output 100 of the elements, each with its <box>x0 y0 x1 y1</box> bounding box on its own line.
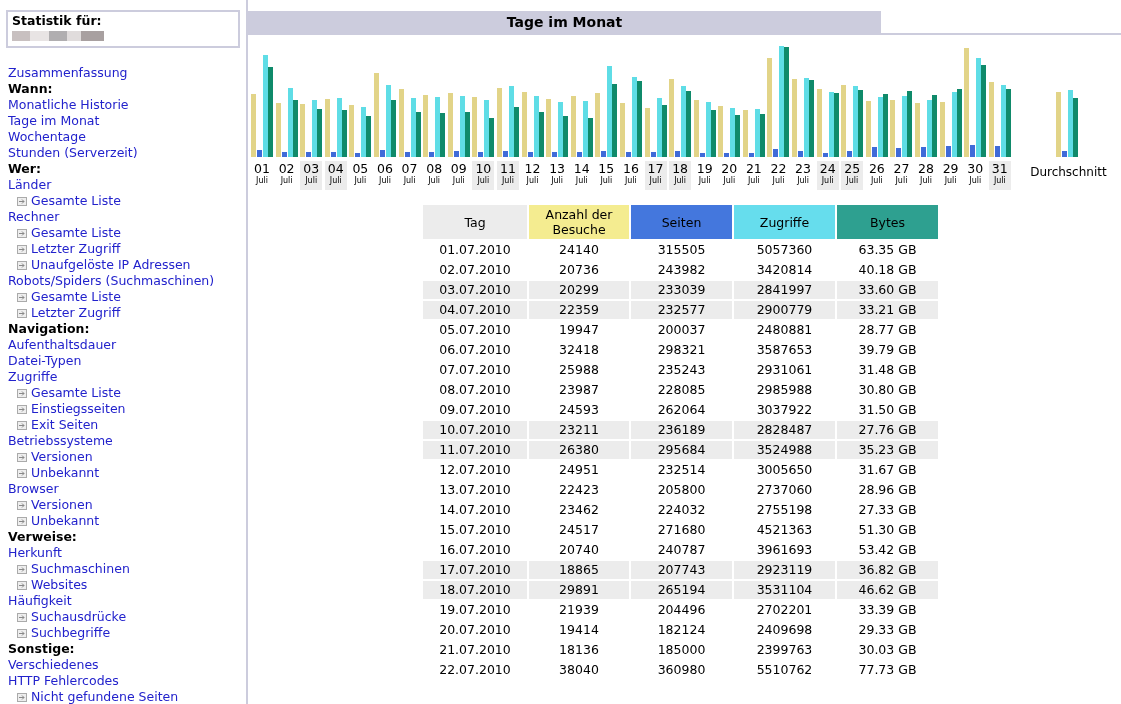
submenu-link[interactable]: Unaufgelöste IP Adressen <box>31 257 191 273</box>
table-cell-text: 2755198 <box>755 501 814 519</box>
pages-bar <box>453 151 459 157</box>
bytes-bar <box>563 116 569 157</box>
menu-link[interactable]: HTTP Fehlercodes <box>8 673 119 689</box>
table-cell-text: 2931061 <box>755 361 814 379</box>
table-cell-text: 298321 <box>656 341 707 359</box>
page-arrow-icon <box>17 420 27 430</box>
submenu-link[interactable]: Suchausdrücke <box>31 609 127 625</box>
submenu-link[interactable]: Suchmaschinen <box>31 561 130 577</box>
table-cell: 29891 <box>529 581 629 599</box>
day-label: 25 <box>844 161 861 176</box>
submenu-link[interactable]: Exit Seiten <box>31 417 99 433</box>
menu-link[interactable]: Browser <box>8 481 59 497</box>
table-cell-text: 21939 <box>558 601 600 619</box>
page-arrow-icon <box>17 260 27 270</box>
table-cell: 207743 <box>631 561 732 579</box>
table-cell-text: 18136 <box>558 641 600 659</box>
submenu-link[interactable]: Versionen <box>31 497 93 513</box>
page-arrow-icon <box>17 468 27 478</box>
submenu-link[interactable]: Versionen <box>31 449 93 465</box>
table-cell-text: 23462 <box>558 501 600 519</box>
table-cell-text: 232514 <box>656 461 707 479</box>
page-arrow-icon <box>17 564 27 574</box>
table-cell-text: 63.35 GB <box>857 241 918 259</box>
table-cell-text: 2409698 <box>755 621 814 639</box>
bytes-bar <box>390 100 396 157</box>
page-arrow-icon <box>17 308 27 318</box>
menu-link[interactable]: Verschiedenes <box>8 657 99 673</box>
table-cell-text: 33.39 GB <box>857 601 918 619</box>
table-cell-text: 5510762 <box>755 661 814 679</box>
table-cell-text: 2399763 <box>755 641 814 659</box>
table-cell: 18.07.2010 <box>423 581 527 599</box>
table-cell-text: 182124 <box>656 621 707 639</box>
submenu-link[interactable]: Letzter Zugriff <box>31 241 121 257</box>
menu-link[interactable]: Stunden (Serverzeit) <box>8 145 138 161</box>
bytes-bar <box>710 110 716 157</box>
table-cell-text: 3005650 <box>755 461 814 479</box>
bytes-bar <box>292 100 298 157</box>
day-label: 06 <box>377 161 393 176</box>
submenu-link[interactable]: Einstiegsseiten <box>31 401 126 417</box>
hits-bar <box>705 102 711 157</box>
submenu-link[interactable]: Websites <box>31 577 88 593</box>
table-cell-text: 22423 <box>558 481 600 499</box>
table-cell-text: 243982 <box>656 261 707 279</box>
site-info-title: Statistik für: <box>12 14 103 28</box>
hits-bar <box>385 85 391 157</box>
menu-link[interactable]: Robots/Spiders (Suchmaschinen) <box>8 273 215 289</box>
submenu-link[interactable]: Gesamte Liste <box>31 225 121 241</box>
section-title: Tage im Monat <box>248 11 881 33</box>
menu-link[interactable]: Betriebssysteme <box>8 433 113 449</box>
submenu-link[interactable]: Gesamte Liste <box>31 385 121 401</box>
menu-link[interactable]: Datei-Typen <box>8 353 82 369</box>
day-label: 26 <box>868 161 885 176</box>
table-cell-text: 20736 <box>558 261 600 279</box>
menu-link[interactable]: Monatliche Historie <box>8 97 129 113</box>
menu-link[interactable]: Tage im Monat <box>8 113 100 129</box>
hits-bar <box>902 96 908 157</box>
table-cell: 2900779 <box>734 301 835 319</box>
table-cell: 20299 <box>529 281 629 299</box>
submenu-link[interactable]: Gesamte Liste <box>31 289 121 305</box>
table-cell: 233039 <box>631 281 732 299</box>
pages-bar <box>379 150 385 157</box>
day-label: 16 <box>622 161 639 176</box>
menu-link[interactable]: Herkunft <box>8 545 62 561</box>
submenu-link[interactable]: Unbekannt <box>31 513 100 529</box>
bytes-bar <box>882 94 888 157</box>
table-cell-text: 28.96 GB <box>857 481 918 499</box>
hits-bar <box>656 98 662 157</box>
day-label: 28 <box>918 161 934 176</box>
month-label: Juli <box>674 176 687 186</box>
table-cell: 33.60 GB <box>837 281 938 299</box>
submenu-link[interactable]: Gesamte Liste <box>31 193 121 209</box>
menu-link[interactable]: Wochentage <box>8 129 86 145</box>
day-label: 05 <box>352 161 369 176</box>
table-cell-text: 15.07.2010 <box>438 521 512 539</box>
visits-bar <box>595 93 601 157</box>
page-arrow-icon <box>17 500 27 510</box>
table-cell-text: 51.30 GB <box>857 521 918 539</box>
bytes-bar <box>415 112 421 157</box>
month-label: Juli <box>403 176 416 186</box>
menu-link[interactable]: Rechner <box>8 209 60 225</box>
submenu-link[interactable]: Unbekannt <box>31 465 100 481</box>
month-label: Juli <box>329 176 342 186</box>
menu-link[interactable]: Häufigkeit <box>8 593 72 609</box>
hits-bar <box>853 86 859 157</box>
pages-bar <box>429 152 435 157</box>
menu-link[interactable]: Zusammenfassung <box>8 65 128 81</box>
pages-bar <box>650 152 656 157</box>
submenu-link[interactable]: Letzter Zugriff <box>31 305 121 321</box>
menu-link[interactable]: Länder <box>8 177 52 193</box>
menu-link[interactable]: Zugriffe <box>8 369 58 385</box>
table-cell: 35.23 GB <box>837 441 938 459</box>
submenu-link[interactable]: Suchbegriffe <box>31 625 111 641</box>
day-label: 12 <box>524 161 541 176</box>
menu-heading: Navigation: <box>8 321 90 337</box>
submenu-link[interactable]: Nicht gefundene Seiten <box>31 689 179 704</box>
month-label: Juli <box>502 176 514 186</box>
menu-link[interactable]: Aufenthaltsdauer <box>8 337 117 353</box>
table-cell-text: 3037922 <box>755 401 814 419</box>
